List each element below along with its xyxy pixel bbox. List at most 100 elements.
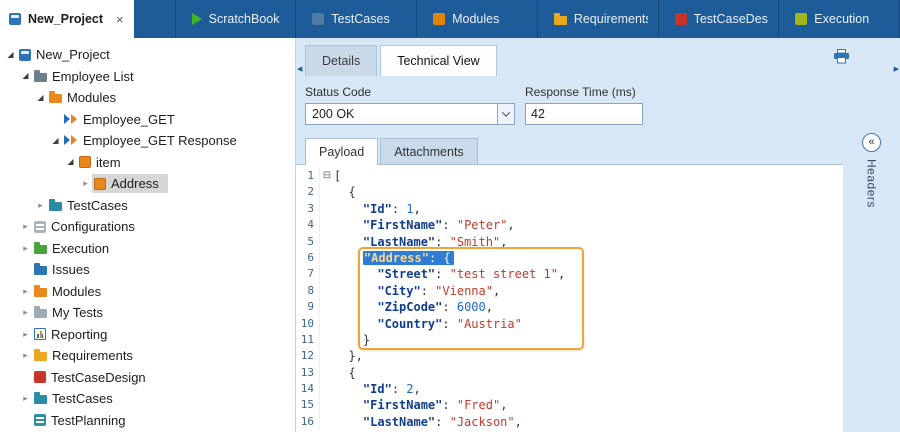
tab-testcasedesign[interactable]: TestCaseDesign [659, 0, 780, 38]
line-number: 13 [296, 365, 320, 381]
tree-item-testcases[interactable]: ▸TestCases [0, 195, 295, 217]
expand-headers-button[interactable]: « [862, 133, 881, 152]
dropdown-button[interactable] [497, 104, 514, 124]
expander-expanded-icon[interactable]: ◢ [19, 72, 32, 80]
folder-teal-icon [49, 202, 62, 211]
code-line[interactable]: 12 }, [296, 348, 843, 364]
code-token: , [500, 398, 507, 412]
code-line[interactable]: 1⊟[ [296, 168, 843, 184]
tab-scratchbook[interactable]: ScratchBook [176, 0, 297, 38]
code-line[interactable]: 13 { [296, 365, 843, 381]
tab-technical-view[interactable]: Technical View [380, 45, 496, 76]
collapse-left-arrow-icon[interactable]: ◀ [297, 65, 302, 73]
code-line[interactable]: 14 "Id": 2, [296, 381, 843, 397]
expander-expanded-icon[interactable]: ◢ [49, 137, 62, 145]
expander-collapsed-icon[interactable]: ▸ [19, 308, 32, 317]
code-token: , [507, 218, 514, 232]
code-line[interactable]: 10 "Country": "Austria" [296, 316, 843, 332]
tree-item-label: Reporting [51, 327, 107, 342]
expander-collapsed-icon[interactable]: ▸ [19, 330, 32, 339]
line-number: 14 [296, 381, 320, 397]
tree-item-employee-get[interactable]: Employee_GET [0, 109, 295, 131]
close-tab-icon[interactable]: × [116, 12, 124, 27]
fold-gutter [320, 266, 334, 282]
code-line[interactable]: 9 "ZipCode": 6000, [296, 299, 843, 315]
tree-item-modules[interactable]: ▸Modules [0, 281, 295, 303]
code-line[interactable]: 3 "Id": 1, [296, 201, 843, 217]
status-code-select[interactable]: 200 OK [305, 103, 515, 125]
expander-collapsed-icon[interactable]: ▸ [19, 394, 32, 403]
tree-item-new-project[interactable]: ◢New_Project [0, 44, 295, 66]
expander-expanded-icon[interactable]: ◢ [4, 51, 17, 59]
tree-item-execution[interactable]: ▸Execution [0, 238, 295, 260]
tab-requirements[interactable]: Requirements [538, 0, 659, 38]
expander-expanded-icon[interactable]: ◢ [64, 158, 77, 166]
code-line[interactable]: 6 "Address": { [296, 250, 843, 266]
tree-item-body: Reporting [32, 325, 116, 344]
code-text: "FirstName": "Peter", [334, 217, 515, 233]
headers-tab[interactable]: Headers [865, 159, 879, 208]
code-line[interactable]: 7 "Street": "test street 1", [296, 266, 843, 282]
tree-item-body: Employee List [32, 67, 143, 86]
code-line[interactable]: 5 "LastName": "Smith", [296, 234, 843, 250]
tab-payload[interactable]: Payload [305, 138, 378, 165]
tab-execution[interactable]: Execution [779, 0, 900, 38]
tab-modules[interactable]: Modules [417, 0, 538, 38]
tree-item-issues[interactable]: Issues [0, 259, 295, 281]
tree-item-employee-list[interactable]: ◢Employee List [0, 66, 295, 88]
fold-gutter [320, 299, 334, 315]
code-line[interactable]: 4 "FirstName": "Peter", [296, 217, 843, 233]
code-line[interactable]: 2 { [296, 184, 843, 200]
code-line[interactable]: 11 } [296, 332, 843, 348]
tree-item-requirements[interactable]: ▸Requirements [0, 345, 295, 367]
tab-new-project[interactable]: New_Project× [0, 0, 134, 38]
response-time-input[interactable] [525, 103, 643, 125]
code-line[interactable]: 15 "FirstName": "Fred", [296, 397, 843, 413]
line-number: 12 [296, 348, 320, 364]
print-button[interactable] [833, 49, 850, 69]
tree-item-modules[interactable]: ◢Modules [0, 87, 295, 109]
tree-item-reporting[interactable]: ▸ Reporting [0, 324, 295, 346]
tree-item-address[interactable]: ▸Address [0, 173, 295, 195]
code-token: "Address" [364, 251, 429, 265]
code-line[interactable]: 8 "City": "Vienna", [296, 283, 843, 299]
tab-testcases[interactable]: TestCases [296, 0, 417, 38]
folder-teal-icon [34, 395, 47, 404]
execution-sq-icon [795, 13, 807, 25]
main-panel: ◀ ▶ Details Technical View Sta [296, 38, 900, 432]
code-token [334, 415, 363, 429]
expander-collapsed-icon[interactable]: ▸ [19, 222, 32, 231]
tree-item-testcasedesign[interactable]: TestCaseDesign [0, 367, 295, 389]
expander-collapsed-icon[interactable]: ▸ [19, 287, 32, 296]
tab-details[interactable]: Details [305, 45, 377, 76]
expander-collapsed-icon[interactable]: ▸ [19, 351, 32, 360]
expander-collapsed-icon[interactable]: ▸ [79, 179, 92, 188]
tree-item-employee-get-response[interactable]: ◢Employee_GET Response [0, 130, 295, 152]
main-body: Status Code 200 OK Response Time (ms) [296, 76, 900, 432]
code-line[interactable]: 16 "LastName": "Jackson", [296, 414, 843, 430]
fold-gutter [320, 250, 334, 266]
tree-item-testcases[interactable]: ▸ TestCases [0, 388, 295, 410]
tree-item-configurations[interactable]: ▸Configurations [0, 216, 295, 238]
line-number: 16 [296, 414, 320, 430]
expand-right-arrow-icon[interactable]: ▶ [894, 65, 899, 73]
tree-item-item[interactable]: ◢item [0, 152, 295, 174]
module-icon [64, 113, 78, 126]
expander-collapsed-icon[interactable]: ▸ [19, 244, 32, 253]
payload-code-editor[interactable]: 1⊟[2 {3 "Id": 1,4 "FirstName": "Peter",5… [296, 164, 843, 432]
tree-item-body: Modules [47, 88, 125, 107]
config-icon [34, 221, 46, 233]
project-icon [19, 49, 31, 61]
expander-expanded-icon[interactable]: ◢ [34, 94, 47, 102]
tree-item-my-tests[interactable]: ▸My Tests [0, 302, 295, 324]
tree-item-testplanning[interactable]: TestPlanning [0, 410, 295, 432]
expander-collapsed-icon[interactable]: ▸ [34, 201, 47, 210]
code-token [334, 235, 363, 249]
fold-collapse-icon[interactable]: ⊟ [320, 168, 334, 184]
code-token: : [442, 398, 456, 412]
tree-item-body: New_Project [17, 45, 119, 64]
fold-gutter [320, 201, 334, 217]
tab-attachments[interactable]: Attachments [380, 138, 477, 164]
tree-item-label: TestCases [52, 391, 113, 406]
line-number: 4 [296, 217, 320, 233]
